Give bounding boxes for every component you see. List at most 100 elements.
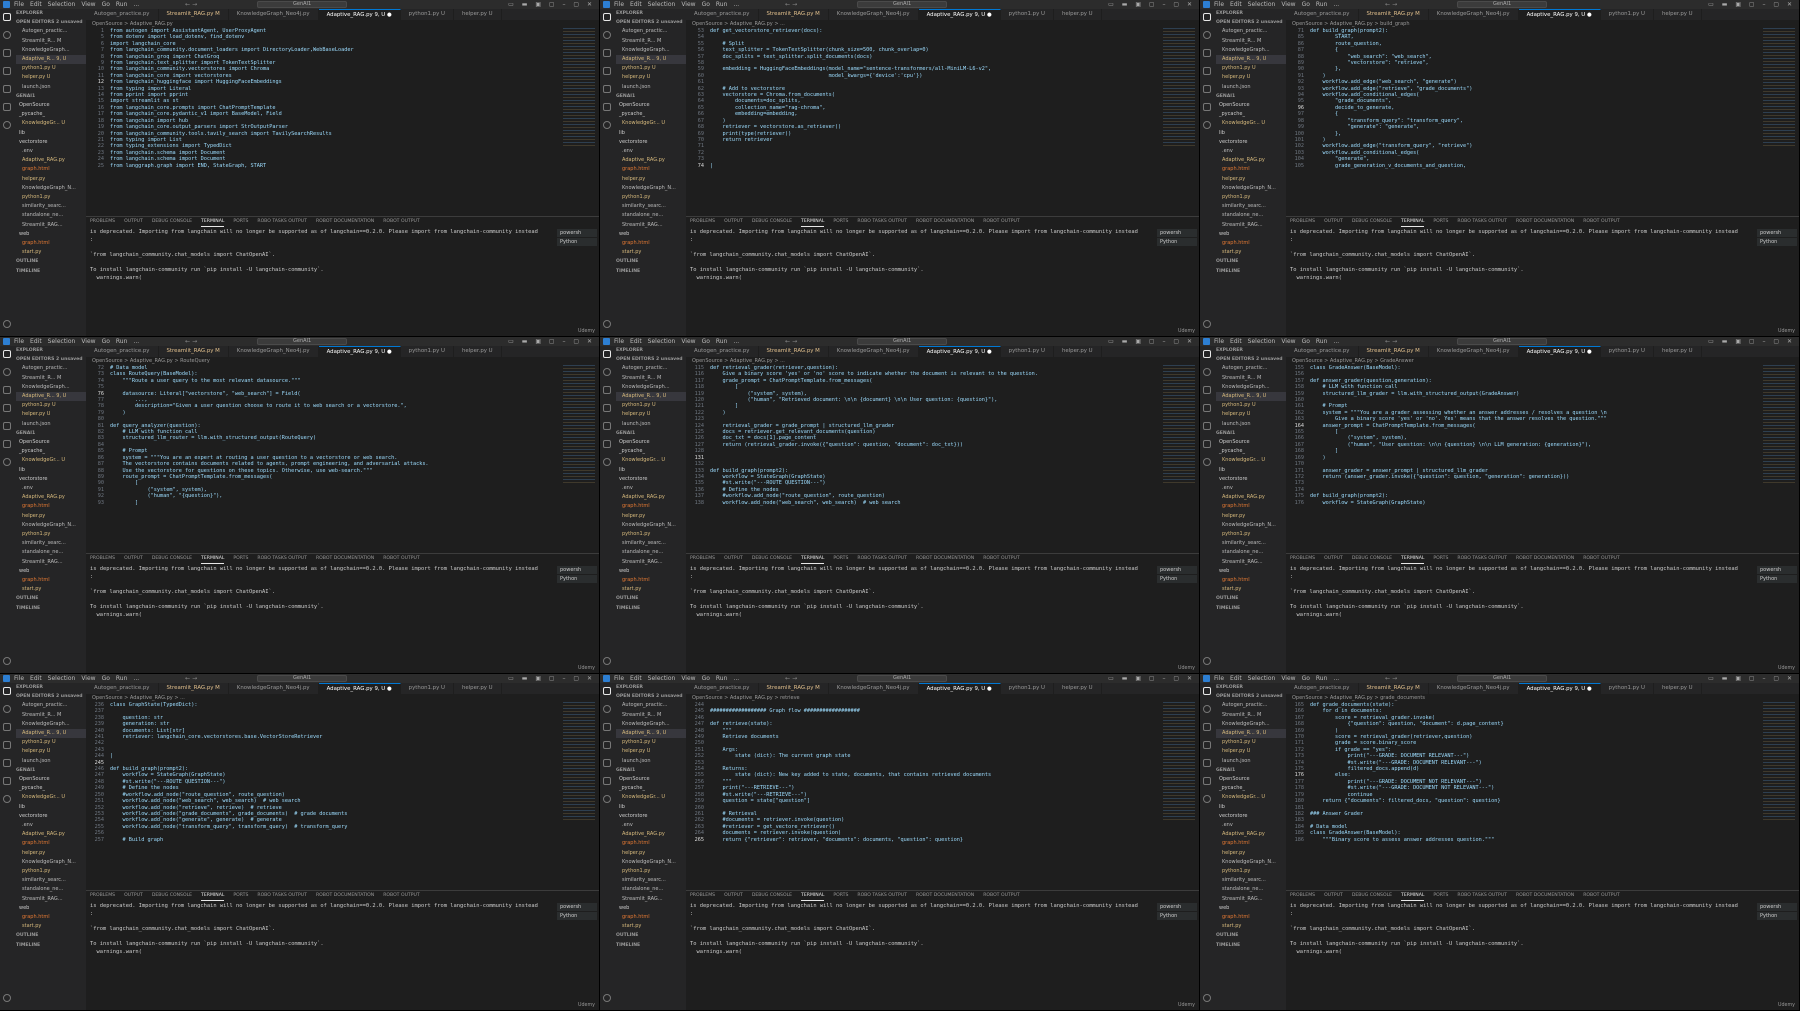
editor-tab[interactable]: helper.py U [1654, 9, 1702, 20]
extensions-icon[interactable] [603, 422, 611, 430]
open-editor-item[interactable]: python1.py U [1216, 738, 1286, 747]
outline-header[interactable]: OUTLINE [616, 931, 686, 940]
panel-tab[interactable]: OUTPUT [124, 217, 143, 227]
panel-tab[interactable]: DEBUG CONSOLE [752, 891, 792, 901]
minimap[interactable] [563, 28, 595, 148]
file-tree-item[interactable]: Streamlit_RAG... [1216, 221, 1286, 230]
file-tree-item[interactable]: OpenSource [16, 775, 86, 784]
run-debug-icon[interactable] [603, 741, 611, 749]
menu-item[interactable]: Go [1302, 338, 1310, 345]
file-tree-item[interactable]: KnowledgeGraph_N... [1216, 521, 1286, 530]
open-editor-item[interactable]: helper.py U [16, 410, 86, 419]
nav-arrows-icon[interactable]: ← → [185, 1, 197, 8]
file-tree-item[interactable]: start.py [616, 585, 686, 594]
command-center-search[interactable]: GenAI1 [257, 675, 348, 682]
open-editors-header[interactable]: OPEN EDITORS 2 unsaved [616, 18, 686, 27]
nav-arrows-icon[interactable]: ← → [785, 675, 797, 682]
file-tree-item[interactable]: Adaptive_RAG.py [16, 830, 86, 839]
panel-tab[interactable]: PORTS [1433, 891, 1448, 901]
file-tree-item[interactable]: Adaptive_RAG.py [1216, 493, 1286, 502]
menu-item[interactable]: Selection [1248, 1, 1276, 8]
editor-tab[interactable]: KnowledgeGraph_Neo4j.py [229, 683, 319, 694]
file-tree-item[interactable]: Adaptive_RAG.py [1216, 156, 1286, 165]
explorer-icon[interactable] [1203, 687, 1211, 695]
editor-tab[interactable]: Autogen_practice.py [1286, 9, 1359, 20]
account-icon[interactable] [3, 795, 11, 803]
timeline-header[interactable]: TIMELINE [16, 267, 86, 276]
code-editor[interactable]: 1 from autogen import AssistantAgent, Use… [86, 28, 559, 216]
file-tree-item[interactable]: python1.py [1216, 530, 1286, 539]
panel-tab[interactable]: PROBLEMS [690, 891, 715, 901]
file-tree-item[interactable]: Adaptive_RAG.py [616, 493, 686, 502]
editor-tab[interactable]: helper.py U [1054, 346, 1102, 357]
file-tree-item[interactable]: KnowledgeGr... U [1216, 793, 1286, 802]
panel-tab[interactable]: PROBLEMS [1290, 217, 1315, 227]
source-control-icon[interactable] [603, 723, 611, 731]
panel-tab[interactable]: OUTPUT [724, 554, 743, 564]
menu-item[interactable]: Run [1316, 338, 1328, 345]
terminal-output[interactable]: is deprecated. Importing from langchain … [690, 229, 1151, 282]
panel-tab[interactable]: PORTS [233, 554, 248, 564]
workspace-header[interactable]: GENAI1 [616, 92, 686, 101]
panel-tab[interactable]: TERMINAL [201, 217, 225, 227]
panel-tab[interactable]: ROBOT DOCUMENTATION [1516, 554, 1574, 564]
nav-arrows-icon[interactable]: ← → [785, 1, 797, 8]
file-tree-item[interactable]: OpenSource [16, 438, 86, 447]
open-editor-item[interactable]: KnowledgeGraph... [1216, 383, 1286, 392]
run-debug-icon[interactable] [3, 741, 11, 749]
search-icon[interactable] [3, 705, 11, 713]
window-controls[interactable]: ▭ ▬ ▣ ▢ – ▢ ✕ [508, 338, 595, 345]
search-icon[interactable] [3, 31, 11, 39]
file-tree-item[interactable]: Adaptive_RAG.py [1216, 830, 1286, 839]
search-icon[interactable] [1203, 31, 1211, 39]
panel-tab[interactable]: PROBLEMS [1290, 891, 1315, 901]
file-tree-item[interactable]: start.py [1216, 922, 1286, 931]
file-tree-item[interactable]: similarity_searc... [1216, 876, 1286, 885]
menu-item[interactable]: Edit [30, 338, 42, 345]
menu-item[interactable]: Run [716, 675, 728, 682]
file-tree-item[interactable]: web [616, 567, 686, 576]
menu-item[interactable]: File [1214, 338, 1224, 345]
file-tree-item[interactable]: KnowledgeGraph_N... [616, 184, 686, 193]
file-tree-item[interactable]: graph.html [16, 165, 86, 174]
code-editor[interactable]: 236 class GraphState(TypedDict): 237 238 qu… [86, 702, 559, 890]
open-editor-item[interactable]: launch.json [1216, 83, 1286, 92]
minimap[interactable] [1163, 702, 1195, 822]
panel-tab[interactable]: TERMINAL [201, 554, 225, 564]
file-tree-item[interactable]: lib [616, 466, 686, 475]
open-editor-item[interactable]: helper.py U [1216, 747, 1286, 756]
open-editor-item[interactable]: launch.json [16, 757, 86, 766]
window-controls[interactable]: ▭ ▬ ▣ ▢ – ▢ ✕ [1708, 675, 1795, 682]
panel-tab[interactable]: ROBOT DOCUMENTATION [1516, 891, 1574, 901]
editor-tab[interactable]: Autogen_practice.py [686, 346, 759, 357]
search-icon[interactable] [603, 368, 611, 376]
code-editor[interactable]: 244 245 ################## Graph flow ####… [686, 702, 1159, 890]
open-editor-item[interactable]: Autogen_practic... [1216, 364, 1286, 373]
menu-item[interactable]: ... [1333, 338, 1339, 345]
file-tree-item[interactable]: .env [1216, 484, 1286, 493]
menu-item[interactable]: ... [1333, 1, 1339, 8]
open-editors-header[interactable]: OPEN EDITORS 2 unsaved [1216, 355, 1286, 364]
file-tree-item[interactable]: Streamlit_RAG... [16, 558, 86, 567]
open-editor-item[interactable]: Adaptive_R... 9, U [616, 392, 686, 402]
breadcrumb[interactable]: OpenSource > Adaptive_RAG.py > grade_doc… [1286, 694, 1799, 702]
file-tree-item[interactable]: OpenSource [616, 101, 686, 110]
panel-tab[interactable]: PROBLEMS [690, 554, 715, 564]
editor-tab[interactable]: helper.py U [1654, 346, 1702, 357]
menu-item[interactable]: View [81, 675, 95, 682]
panel-tab[interactable]: ROBOT OUTPUT [383, 217, 419, 227]
file-tree-item[interactable]: _pycache_ [1216, 784, 1286, 793]
file-tree-item[interactable]: graph.html [16, 913, 86, 922]
file-tree-item[interactable]: Streamlit_RAG... [16, 895, 86, 904]
open-editor-item[interactable]: helper.py U [16, 73, 86, 82]
file-tree-item[interactable]: KnowledgeGr... U [16, 119, 86, 128]
menu-item[interactable]: Selection [48, 338, 76, 345]
account-icon[interactable] [3, 458, 11, 466]
open-editor-item[interactable]: python1.py U [1216, 401, 1286, 410]
open-editor-item[interactable]: launch.json [16, 83, 86, 92]
open-editor-item[interactable]: Adaptive_R... 9, U [16, 55, 86, 65]
file-tree-item[interactable]: web [1216, 904, 1286, 913]
file-tree-item[interactable]: OpenSource [616, 775, 686, 784]
menu-item[interactable]: Run [116, 675, 128, 682]
editor-tab[interactable]: Autogen_practice.py [86, 346, 159, 357]
